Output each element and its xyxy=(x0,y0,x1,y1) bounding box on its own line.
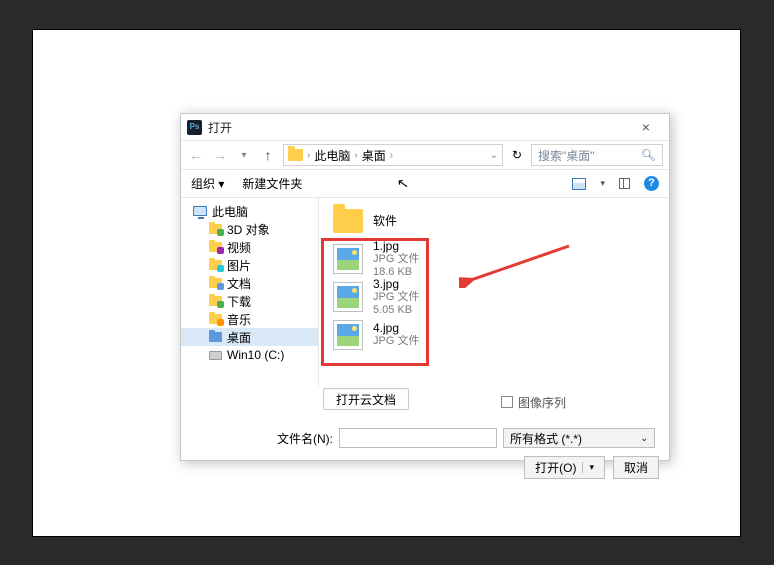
nav-up-button[interactable]: ↑ xyxy=(259,147,277,163)
music-icon xyxy=(209,314,222,324)
file-name: 3.jpg xyxy=(373,278,419,291)
green-icon xyxy=(209,224,222,234)
tree-item-label: 下载 xyxy=(227,293,251,310)
folder-icon xyxy=(333,209,363,233)
filename-row: 文件名(N): 所有格式 (*.*) ⌄ xyxy=(181,412,669,456)
cancel-button-label: 取消 xyxy=(624,459,648,476)
image-thumbnail-icon xyxy=(333,282,363,312)
organize-menu[interactable]: 组织 ▾ xyxy=(191,175,224,192)
filetype-value: 所有格式 (*.*) xyxy=(510,430,582,447)
navigation-tree: 此电脑3D 对象视频图片文档下载音乐桌面 Win10 (C:) xyxy=(181,198,319,386)
file-name: 1.jpg xyxy=(373,240,419,253)
folder-icon xyxy=(288,149,303,161)
nav-forward-button[interactable]: → xyxy=(211,147,229,163)
dialog-body: 此电脑3D 对象视频图片文档下载音乐桌面Win10 (C:) 软件1.jpgJP… xyxy=(181,198,669,386)
address-bar-row: ← → ▾ ↑ › 此电脑 › 桌面 › ⌄ ↻ 搜索"桌面" 🔍︎ xyxy=(181,140,669,170)
refresh-button[interactable]: ↻ xyxy=(509,148,525,162)
tree-item-1[interactable]: 3D 对象 xyxy=(181,220,318,238)
close-button[interactable]: × xyxy=(629,119,663,135)
file-size-label: 5.05 KB xyxy=(373,304,419,317)
monitor-icon xyxy=(193,206,207,216)
file-name: 软件 xyxy=(373,215,397,228)
breadcrumb-bar[interactable]: › 此电脑 › 桌面 › ⌄ xyxy=(283,144,503,166)
filename-input[interactable] xyxy=(339,428,497,448)
chevron-right-icon: › xyxy=(390,150,393,161)
toolbar: 组织 ▾ 新建文件夹 ▾ ? xyxy=(181,170,669,198)
tree-item-2[interactable]: 视频 xyxy=(181,238,318,256)
open-cloud-document-button[interactable]: 打开云文档 xyxy=(323,388,409,410)
open-file-dialog: Ps 打开 × ← → ▾ ↑ › 此电脑 › 桌面 › ⌄ ↻ 搜索"桌面" … xyxy=(180,113,670,461)
file-name: 4.jpg xyxy=(373,322,419,335)
tree-item-0[interactable]: 此电脑 xyxy=(181,202,318,220)
change-view-button[interactable] xyxy=(572,178,586,190)
tree-item-3[interactable]: 图片 xyxy=(181,256,318,274)
cancel-button[interactable]: 取消 xyxy=(613,456,659,479)
tree-item-label: 文档 xyxy=(227,275,251,292)
checkbox-label: 图像序列 xyxy=(518,394,566,411)
breadcrumb-item[interactable]: 此电脑 xyxy=(314,147,350,164)
disk-icon xyxy=(209,351,222,360)
file-item[interactable]: 1.jpgJPG 文件18.6 KB xyxy=(323,240,665,278)
open-button-label: 打开(O) xyxy=(535,459,576,476)
tree-item-label: 音乐 xyxy=(227,311,251,328)
tree-item-label: 桌面 xyxy=(227,329,251,346)
tree-item-label: 视频 xyxy=(227,239,251,256)
titlebar: Ps 打开 × xyxy=(181,114,669,140)
new-folder-button[interactable]: 新建文件夹 xyxy=(242,175,302,192)
photoshop-app-icon: Ps xyxy=(187,120,202,135)
tree-item-label: 3D 对象 xyxy=(227,221,270,238)
image-thumbnail-icon xyxy=(333,244,363,274)
tree-item-8[interactable]: Win10 (C:) xyxy=(181,346,318,364)
chevron-right-icon: › xyxy=(307,150,310,161)
chevron-right-icon: › xyxy=(354,150,357,161)
folder-item[interactable]: 软件 xyxy=(323,202,665,240)
tree-item-label: 此电脑 xyxy=(212,203,248,220)
tree-item-6[interactable]: 音乐 xyxy=(181,310,318,328)
tree-item-7[interactable]: 桌面 xyxy=(181,328,318,346)
file-meta: 4.jpgJPG 文件 xyxy=(373,322,419,348)
filetype-select[interactable]: 所有格式 (*.*) ⌄ xyxy=(503,428,655,448)
file-type-label: JPG 文件 xyxy=(373,253,419,266)
dialog-title: 打开 xyxy=(208,119,232,136)
image-sequence-checkbox[interactable] xyxy=(501,396,513,408)
file-type-label: JPG 文件 xyxy=(373,291,419,304)
tree-item-label: Win10 (C:) xyxy=(227,348,284,362)
preview-pane-button[interactable] xyxy=(619,178,630,189)
file-type-label: JPG 文件 xyxy=(373,335,419,348)
search-icon: 🔍︎ xyxy=(641,148,656,162)
tree-item-label: 图片 xyxy=(227,257,251,274)
image-sequence-option: 图像序列 xyxy=(181,392,669,412)
tree-item-5[interactable]: 下载 xyxy=(181,292,318,310)
breadcrumb-item[interactable]: 桌面 xyxy=(362,147,386,164)
file-list[interactable]: 软件1.jpgJPG 文件18.6 KB3.jpgJPG 文件5.05 KB4.… xyxy=(319,198,669,386)
file-item[interactable]: 4.jpgJPG 文件 xyxy=(323,316,665,354)
cyan-icon xyxy=(209,260,222,270)
blue-icon xyxy=(209,332,222,342)
down-icon xyxy=(209,296,222,306)
filename-label: 文件名(N): xyxy=(277,430,333,447)
nav-back-button[interactable]: ← xyxy=(187,147,205,163)
open-button[interactable]: 打开(O) ▾ xyxy=(524,456,605,479)
search-input[interactable]: 搜索"桌面" 🔍︎ xyxy=(531,144,663,166)
image-thumbnail-icon xyxy=(333,320,363,350)
chevron-down-icon: ⌄ xyxy=(640,433,648,444)
search-placeholder: 搜索"桌面" xyxy=(538,147,595,164)
doc-icon xyxy=(209,278,222,288)
view-dropdown[interactable]: ▾ xyxy=(600,178,605,189)
file-item[interactable]: 3.jpgJPG 文件5.05 KB xyxy=(323,278,665,316)
file-meta: 3.jpgJPG 文件5.05 KB xyxy=(373,278,419,317)
file-meta: 1.jpgJPG 文件18.6 KB xyxy=(373,240,419,279)
vid-icon xyxy=(209,242,222,252)
dialog-buttons: 打开(O) ▾ 取消 xyxy=(181,456,669,487)
split-dropdown-icon[interactable]: ▾ xyxy=(582,462,594,473)
tree-item-4[interactable]: 文档 xyxy=(181,274,318,292)
chevron-down-icon[interactable]: ⌄ xyxy=(490,150,498,161)
help-button[interactable]: ? xyxy=(644,176,659,191)
recent-dropdown[interactable]: ▾ xyxy=(235,150,253,161)
file-meta: 软件 xyxy=(373,215,397,228)
